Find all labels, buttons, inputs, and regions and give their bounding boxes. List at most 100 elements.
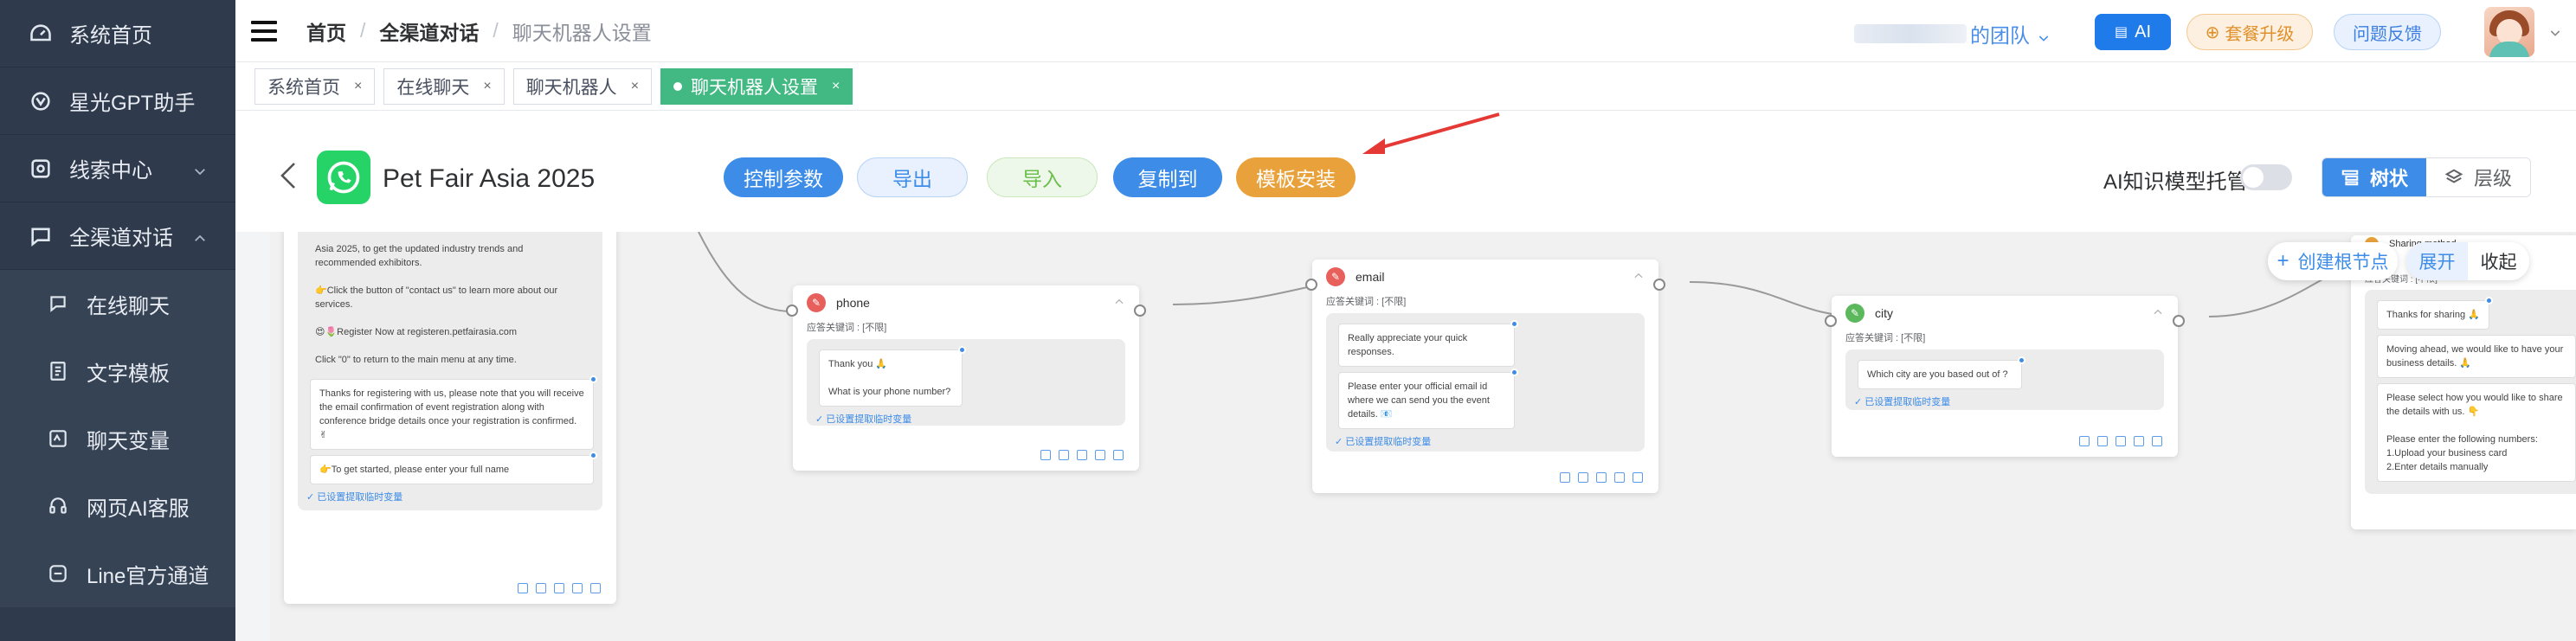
node-keyword: 应答关键词 : [不限] — [1326, 297, 1407, 307]
close-icon[interactable]: × — [354, 79, 362, 94]
breadcrumb-separator: / — [493, 19, 499, 42]
add-icon[interactable] — [536, 583, 546, 593]
variable-extract-link[interactable]: ✓ 已设置提取临时变量 — [306, 490, 594, 503]
sidebar-item-omnichannel[interactable]: 全渠道对话 — [0, 202, 235, 270]
expand-button[interactable]: 展开 — [2406, 242, 2468, 280]
team-selector[interactable]: 的团队 — [1854, 19, 2051, 48]
chevron-up-icon[interactable] — [1633, 270, 1645, 282]
edit-icon[interactable] — [1040, 450, 1051, 460]
breadcrumb-home[interactable]: 首页 — [306, 16, 346, 46]
feedback-button-label: 问题反馈 — [2353, 24, 2422, 44]
main-content: Pet Fair Asia 2025 控制参数 导出 导入 复制到 模板安装 A… — [235, 111, 2576, 641]
breadcrumb-omnichannel[interactable]: 全渠道对话 — [379, 16, 479, 46]
node-tools — [510, 583, 601, 593]
variable-extract-link[interactable]: ✓ 已设置提取临时变量 — [1854, 394, 2155, 408]
node-message-bubble[interactable]: 👉To get started, please enter your full … — [310, 452, 597, 484]
flow-node-city[interactable]: ✎ city 应答关键词 : [不限] Which city are you b… — [1825, 296, 2185, 457]
sidebar-item-leads[interactable]: 线索中心 — [0, 135, 235, 202]
delete-icon[interactable] — [2116, 436, 2126, 446]
settings-icon[interactable] — [572, 583, 583, 593]
view-tree-button[interactable]: 树状 — [2322, 158, 2426, 196]
sidebar-sub-label: 聊天变量 — [87, 429, 170, 453]
node-type-icon: ✎ — [807, 293, 826, 312]
import-button[interactable]: 导入 — [987, 157, 1098, 197]
node-message-bubble[interactable]: Asia 2025, to get the updated industry t… — [306, 235, 594, 374]
sidebar-item-gpt[interactable]: 星光GPT助手 — [0, 67, 235, 135]
tab-system-home[interactable]: 系统首页 × — [254, 67, 376, 105]
variable-extract-link[interactable]: ✓ 已设置提取临时变量 — [1335, 434, 1636, 448]
ai-icon: ▤ — [2114, 25, 2128, 40]
node-message-bubble[interactable]: Thanks for sharing 🙏 — [2377, 297, 2493, 330]
copy-icon[interactable] — [2152, 436, 2162, 446]
chevron-up-icon[interactable] — [1113, 296, 1125, 308]
edit-icon[interactable] — [1560, 472, 1570, 483]
sidebar-sub-chat-variables[interactable]: 聊天变量 — [0, 405, 235, 472]
export-button[interactable]: 导出 — [857, 157, 968, 197]
settings-icon[interactable] — [1095, 450, 1105, 460]
node-message-bubble[interactable]: Really appreciate your quick responses. — [1338, 320, 1518, 367]
control-params-button[interactable]: 控制参数 — [724, 157, 843, 197]
ai-button[interactable]: ▤ AI — [2095, 14, 2171, 50]
flow-node-email[interactable]: ✎ email 应答关键词 : [不限] Really appreciate y… — [1305, 260, 1665, 493]
delete-icon[interactable] — [554, 583, 564, 593]
copy-icon[interactable] — [1113, 450, 1124, 460]
view-mode-toggle: 树状 层级 — [2322, 157, 2531, 197]
flow-node-phone[interactable]: ✎ phone 应答关键词 : [不限] Thank you 🙏 What is… — [786, 285, 1146, 471]
settings-icon[interactable] — [2134, 436, 2144, 446]
collapse-button[interactable]: 收起 — [2468, 242, 2529, 280]
copy-icon[interactable] — [1633, 472, 1643, 483]
add-icon[interactable] — [2097, 436, 2108, 446]
gpt-icon — [26, 87, 55, 116]
sidebar-item-label: 线索中心 — [69, 159, 152, 183]
edit-icon[interactable] — [2079, 436, 2090, 446]
edit-icon[interactable] — [518, 583, 528, 593]
tab-label: 聊天机器人设置 — [691, 77, 819, 98]
copy-to-button[interactable]: 复制到 — [1113, 157, 1222, 197]
chevron-down-icon[interactable] — [2548, 26, 2562, 40]
close-icon[interactable]: × — [631, 79, 639, 94]
node-title: phone — [836, 296, 870, 310]
avatar[interactable] — [2484, 7, 2534, 57]
bot-title: Pet Fair Asia 2025 — [383, 164, 596, 193]
sidebar-sub-online-chat[interactable]: 在线聊天 — [0, 270, 235, 337]
feedback-button[interactable]: 问题反馈 — [2334, 14, 2441, 50]
node-message-bubble[interactable]: Thank you 🙏 What is your phone number? — [819, 346, 966, 407]
menu-toggle-icon[interactable] — [251, 20, 277, 42]
upgrade-button[interactable]: ⊕ 套餐升级 — [2186, 14, 2313, 50]
bubble-text: Thanks for registering with us, please n… — [319, 388, 584, 440]
settings-icon[interactable] — [1614, 472, 1625, 483]
layers-icon — [2444, 169, 2463, 183]
chevron-down-icon — [2037, 27, 2051, 42]
back-arrow-icon[interactable] — [279, 161, 298, 190]
delete-icon[interactable] — [1077, 450, 1087, 460]
variable-extract-link[interactable]: ✓ 已设置提取临时变量 — [815, 412, 1117, 426]
node-message-bubble[interactable]: Moving ahead, we would like to have your… — [2377, 335, 2576, 378]
node-message-bubble[interactable]: Thanks for registering with us, please n… — [310, 375, 597, 450]
template-install-button[interactable]: 模板安装 — [1236, 157, 1356, 197]
chevron-up-icon[interactable] — [2152, 306, 2164, 318]
node-message-bubble[interactable]: Please enter your official email id wher… — [1338, 369, 1518, 429]
whatsapp-icon — [317, 151, 370, 204]
tab-online-chat[interactable]: 在线聊天 × — [383, 67, 505, 105]
tab-chatbot-settings[interactable]: 聊天机器人设置 × — [660, 67, 853, 105]
create-root-node-button[interactable]: + 创建根节点 — [2268, 242, 2398, 280]
flow-node-intro[interactable]: Asia 2025, to get the updated industry t… — [284, 232, 616, 604]
add-icon[interactable] — [1059, 450, 1069, 460]
ai-hosting-toggle[interactable] — [2240, 164, 2292, 190]
flow-canvas[interactable]: Asia 2025, to get the updated industry t… — [270, 232, 2576, 641]
node-message-bubble[interactable]: Which city are you based out of ? — [1858, 356, 2025, 389]
sidebar-item-home[interactable]: 系统首页 — [0, 0, 235, 67]
node-message-area: Asia 2025, to get the updated industry t… — [298, 232, 602, 510]
delete-icon[interactable] — [1596, 472, 1607, 483]
copy-icon[interactable] — [590, 583, 601, 593]
view-level-button[interactable]: 层级 — [2426, 158, 2530, 196]
node-message-bubble[interactable]: Please select how you would like to shar… — [2377, 383, 2576, 482]
close-icon[interactable]: × — [832, 79, 840, 94]
sidebar-sub-text-template[interactable]: 文字模板 — [0, 337, 235, 405]
sidebar-sub-web-ai[interactable]: 网页AI客服 — [0, 472, 235, 540]
sidebar-sub-line[interactable]: Line官方通道 — [0, 540, 235, 607]
close-icon[interactable]: × — [483, 79, 491, 94]
add-icon[interactable] — [1578, 472, 1588, 483]
tab-chatbot[interactable]: 聊天机器人 × — [512, 67, 653, 105]
ai-hosting-label: AI知识模型托管 — [2103, 170, 2248, 194]
